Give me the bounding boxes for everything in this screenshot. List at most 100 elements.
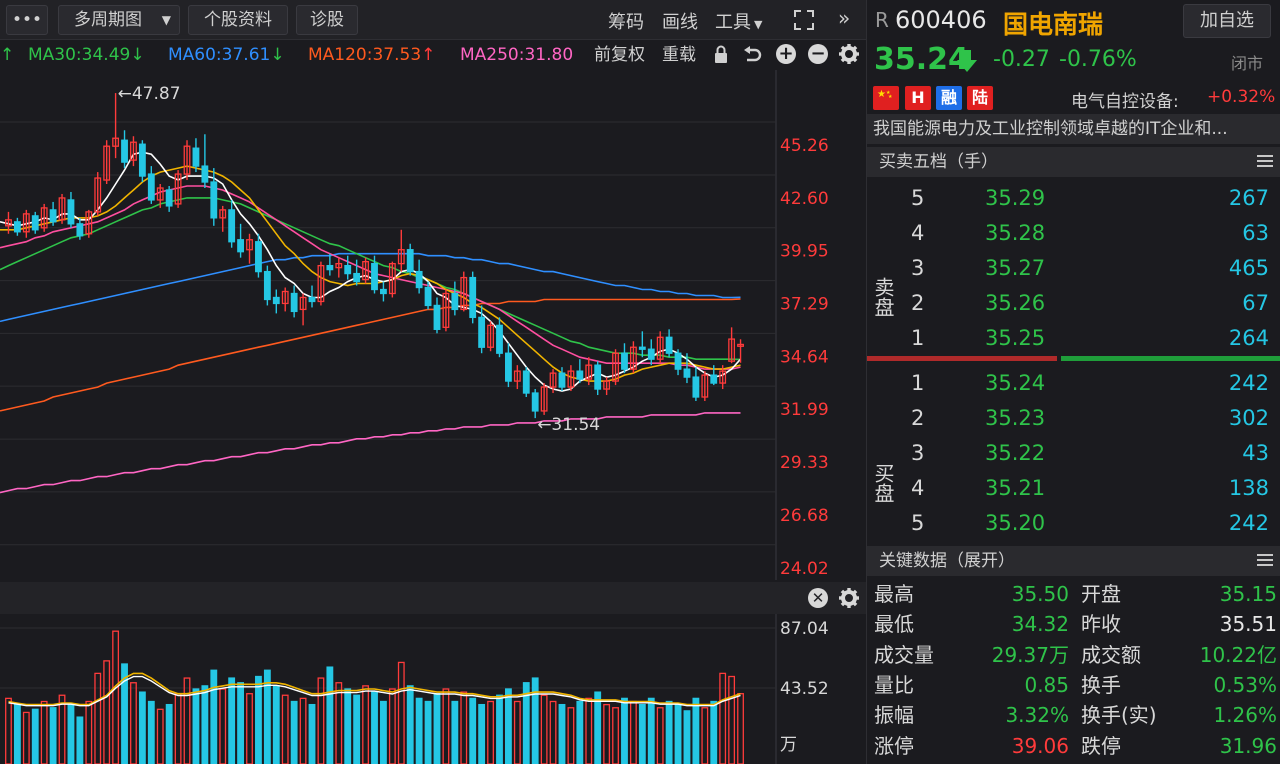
hk-connect-tag[interactable]: H (905, 86, 931, 110)
candle-body (76, 223, 84, 237)
price-change-pct: -0.76% (1059, 47, 1137, 72)
northbound-tag[interactable]: 陆 (967, 86, 993, 110)
volume-bar (433, 693, 441, 764)
ask-level: 3 (911, 256, 925, 280)
settings-gear-icon[interactable] (838, 43, 860, 65)
overlay-button[interactable]: 重载 (662, 40, 696, 70)
volume-bar (674, 703, 682, 764)
bid-divider (1061, 356, 1280, 361)
volume-bar (415, 697, 423, 764)
add-watchlist-button[interactable]: 加自选 (1183, 4, 1271, 38)
volume-bar (397, 661, 405, 764)
ask-level: 1 (911, 326, 925, 350)
tools-button[interactable]: 工具 ▼ (715, 8, 762, 34)
key-data-label: 开盘 (1081, 582, 1121, 606)
period-dropdown[interactable]: 多周期图 ▼ (58, 5, 180, 35)
candle-body (49, 209, 57, 223)
candle-body (638, 346, 646, 350)
bid-row[interactable]: 1 35.24 242 (867, 366, 1280, 401)
ask-row[interactable]: 5 35.29 267 (867, 181, 1280, 216)
volume-bar (496, 694, 503, 764)
margin-trading-tag[interactable]: 融 (936, 86, 962, 110)
candle-body (621, 352, 628, 370)
key-data-row: 最低 34.32 昨收 35.51 (867, 609, 1280, 639)
menu-icon[interactable] (1257, 554, 1273, 568)
ask-level: 2 (911, 291, 925, 315)
volume-bar (246, 693, 253, 764)
ask-quantity: 267 (1228, 186, 1269, 210)
bid-price: 35.24 (985, 371, 1046, 395)
key-data-label: 成交额 (1081, 642, 1141, 667)
ask-row[interactable]: 1 35.25 264 (867, 321, 1280, 356)
more-button[interactable]: ••• (6, 5, 48, 35)
sector-change: +0.32% (1207, 87, 1276, 107)
price-tick-label: 31.99 (780, 400, 829, 420)
stock-code: 600406 (895, 6, 987, 34)
candle-body (308, 296, 316, 303)
volume-bar (281, 694, 289, 764)
candle-body (496, 324, 503, 354)
sector-name[interactable]: 电气自控设备: (1071, 87, 1179, 112)
key-data-label: 换手 (1081, 672, 1121, 697)
stock-name: 国电南瑞 (1003, 10, 1104, 39)
chips-button[interactable]: 筹码 (608, 8, 644, 34)
bid-row[interactable]: 5 35.20 242 (867, 506, 1280, 541)
volume-bar (692, 697, 700, 764)
stock-info-button[interactable]: 个股资料 (188, 5, 288, 35)
volume-bar (621, 697, 628, 764)
volume-bars (5, 630, 744, 764)
ask-row[interactable]: 2 35.26 67 (867, 286, 1280, 321)
candle-body (531, 392, 539, 412)
zoom-out-icon[interactable]: − (808, 44, 828, 64)
ask-row[interactable]: 3 35.27 465 (867, 251, 1280, 286)
ma120-line (0, 298, 741, 412)
bid-row[interactable]: 2 35.23 302 (867, 401, 1280, 436)
bid-row[interactable]: 4 35.21 138 (867, 471, 1280, 506)
key-data-value: 35.50 (1011, 582, 1069, 606)
caret-down-icon: ▼ (754, 18, 763, 31)
company-description[interactable]: 我国能源电力及工业控制领域卓越的IT企业和... (867, 114, 1280, 144)
volume-bar (174, 693, 182, 764)
menu-icon[interactable] (1257, 155, 1273, 169)
ask-row[interactable]: 4 35.28 63 (867, 216, 1280, 251)
volume-bar (719, 672, 727, 764)
candle-body (353, 272, 361, 283)
candle-body (594, 364, 602, 390)
ask-quantity: 63 (1242, 221, 1269, 245)
collapse-panel-button[interactable]: » (838, 6, 850, 30)
bid-quantity: 302 (1228, 406, 1269, 430)
adjust-mode-button[interactable]: 前复权 (594, 40, 645, 70)
volume-bar (138, 691, 146, 764)
quote-panel: R 600406 国电南瑞 加自选 35.24 -0.27 -0.76% 闭市 … (866, 0, 1280, 764)
candle-body (31, 215, 39, 231)
volume-bar (647, 697, 655, 764)
volume-bar (31, 708, 39, 764)
key-data-value: 29.37万 (991, 642, 1069, 667)
key-data-value: 0.85 (1024, 672, 1069, 697)
diagnose-button[interactable]: 诊股 (296, 5, 358, 35)
volume-bar (353, 694, 361, 764)
bid-quantity: 43 (1242, 441, 1269, 465)
bid-row[interactable]: 3 35.22 43 (867, 436, 1280, 471)
candle-body (674, 352, 682, 370)
settings-gear-icon[interactable] (838, 587, 860, 609)
candle-body (165, 189, 173, 207)
key-data-value: 10.22亿 (1199, 642, 1277, 667)
draw-line-button[interactable]: 画线 (662, 8, 698, 34)
ask-divider (867, 356, 1057, 361)
lock-icon[interactable] (712, 45, 730, 65)
zoom-in-icon[interactable]: + (776, 44, 796, 64)
candlestick-chart[interactable]: ←47.87 ←31.54 45.26 42.60 39.95 37.29 34.64 3… (0, 70, 866, 580)
candle-body (665, 336, 673, 354)
key-data-label: 量比 (874, 672, 914, 697)
candle-body (710, 374, 718, 384)
close-icon[interactable]: ✕ (808, 588, 828, 608)
key-data-header[interactable]: 关键数据（展开） (867, 546, 1280, 576)
volume-bar (263, 669, 271, 764)
fullscreen-icon[interactable] (793, 9, 815, 31)
volume-chart[interactable]: 87.04 43.52 万 (0, 614, 866, 764)
undo-icon[interactable] (742, 45, 764, 65)
key-data-value: 35.15 (1219, 582, 1277, 606)
ask-level: 5 (911, 186, 925, 210)
volume-bar (576, 700, 584, 764)
